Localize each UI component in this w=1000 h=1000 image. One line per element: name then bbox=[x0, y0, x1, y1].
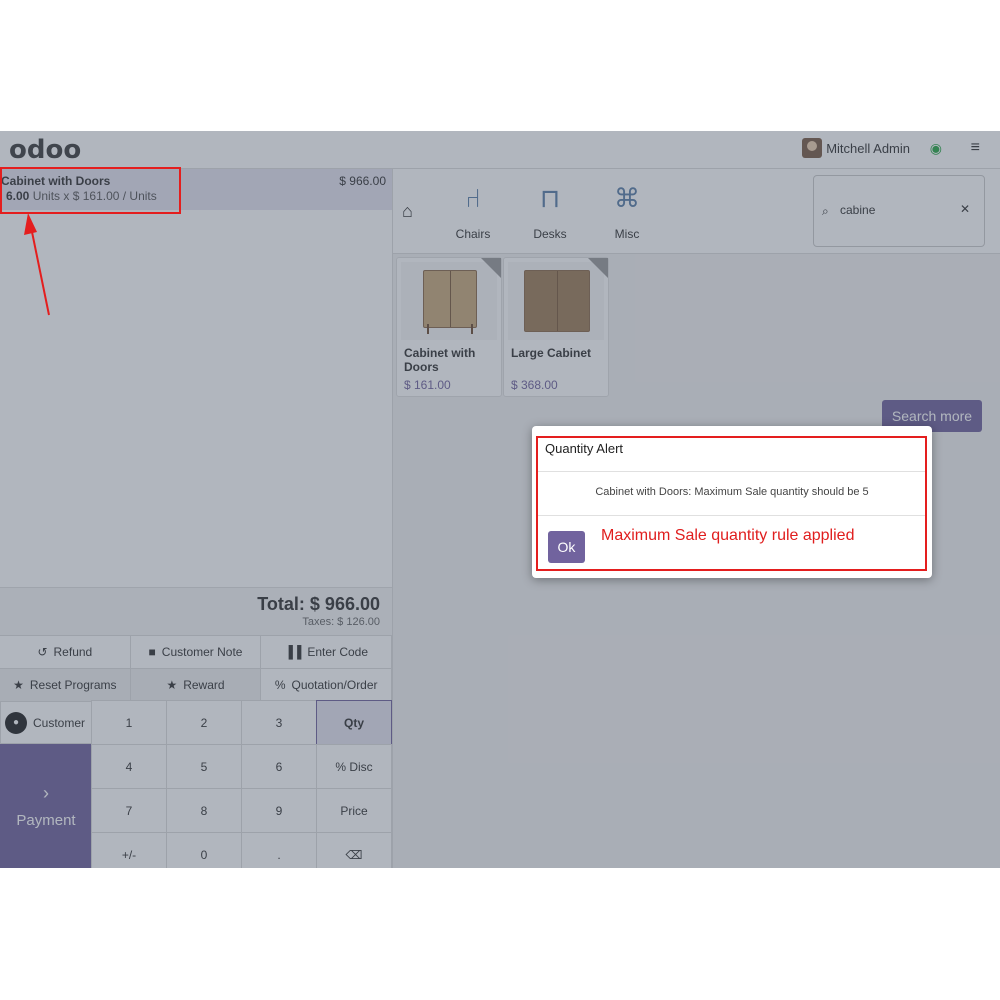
annotation-text: Maximum Sale quantity rule applied bbox=[601, 527, 855, 544]
dialog-divider bbox=[537, 515, 927, 516]
annotation-highlight-box bbox=[536, 436, 927, 571]
dialog-title: Quantity Alert bbox=[545, 441, 624, 456]
annotation-arrow bbox=[24, 213, 50, 316]
dialog-message: Cabinet with Doors: Maximum Sale quantit… bbox=[595, 486, 869, 498]
dialog-divider bbox=[537, 471, 927, 472]
quantity-alert-dialog: Quantity Alert Cabinet with Doors: Maxim… bbox=[532, 426, 932, 578]
pos-app: odoo Mitchell Admin ◉ ≡ Cabinet with Doo… bbox=[0, 131, 1000, 868]
ok-button[interactable]: Ok bbox=[548, 531, 585, 563]
